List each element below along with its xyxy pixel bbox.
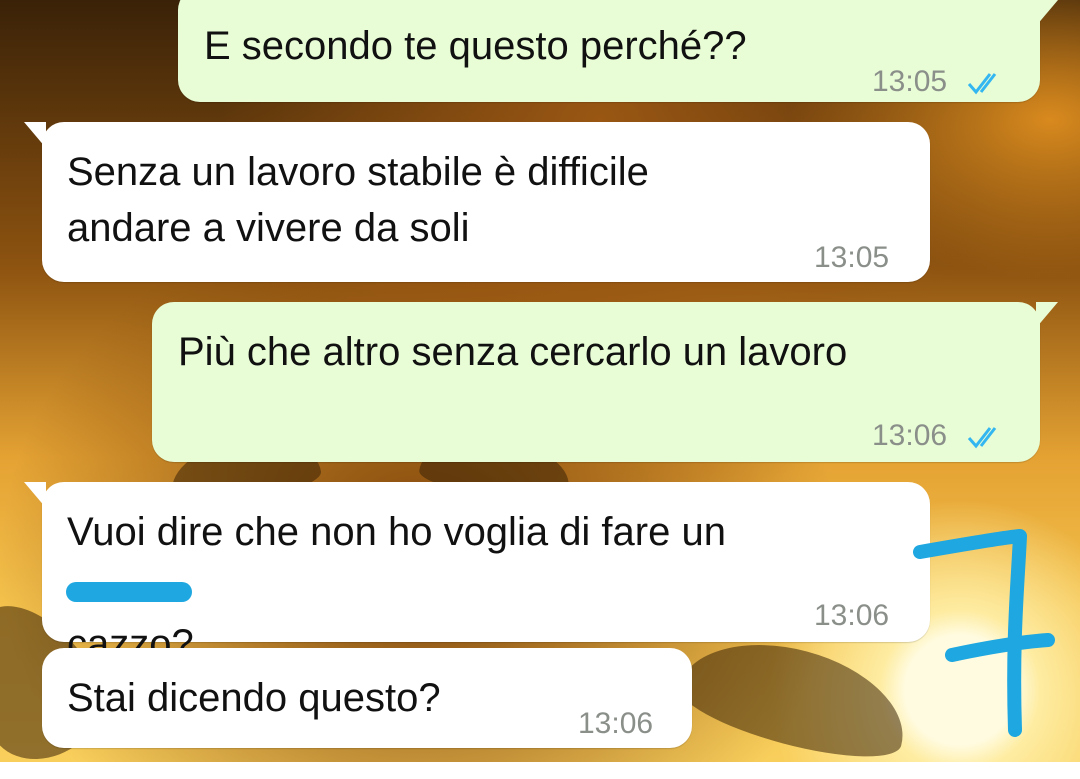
handwritten-seven-annotation (913, 529, 1055, 737)
